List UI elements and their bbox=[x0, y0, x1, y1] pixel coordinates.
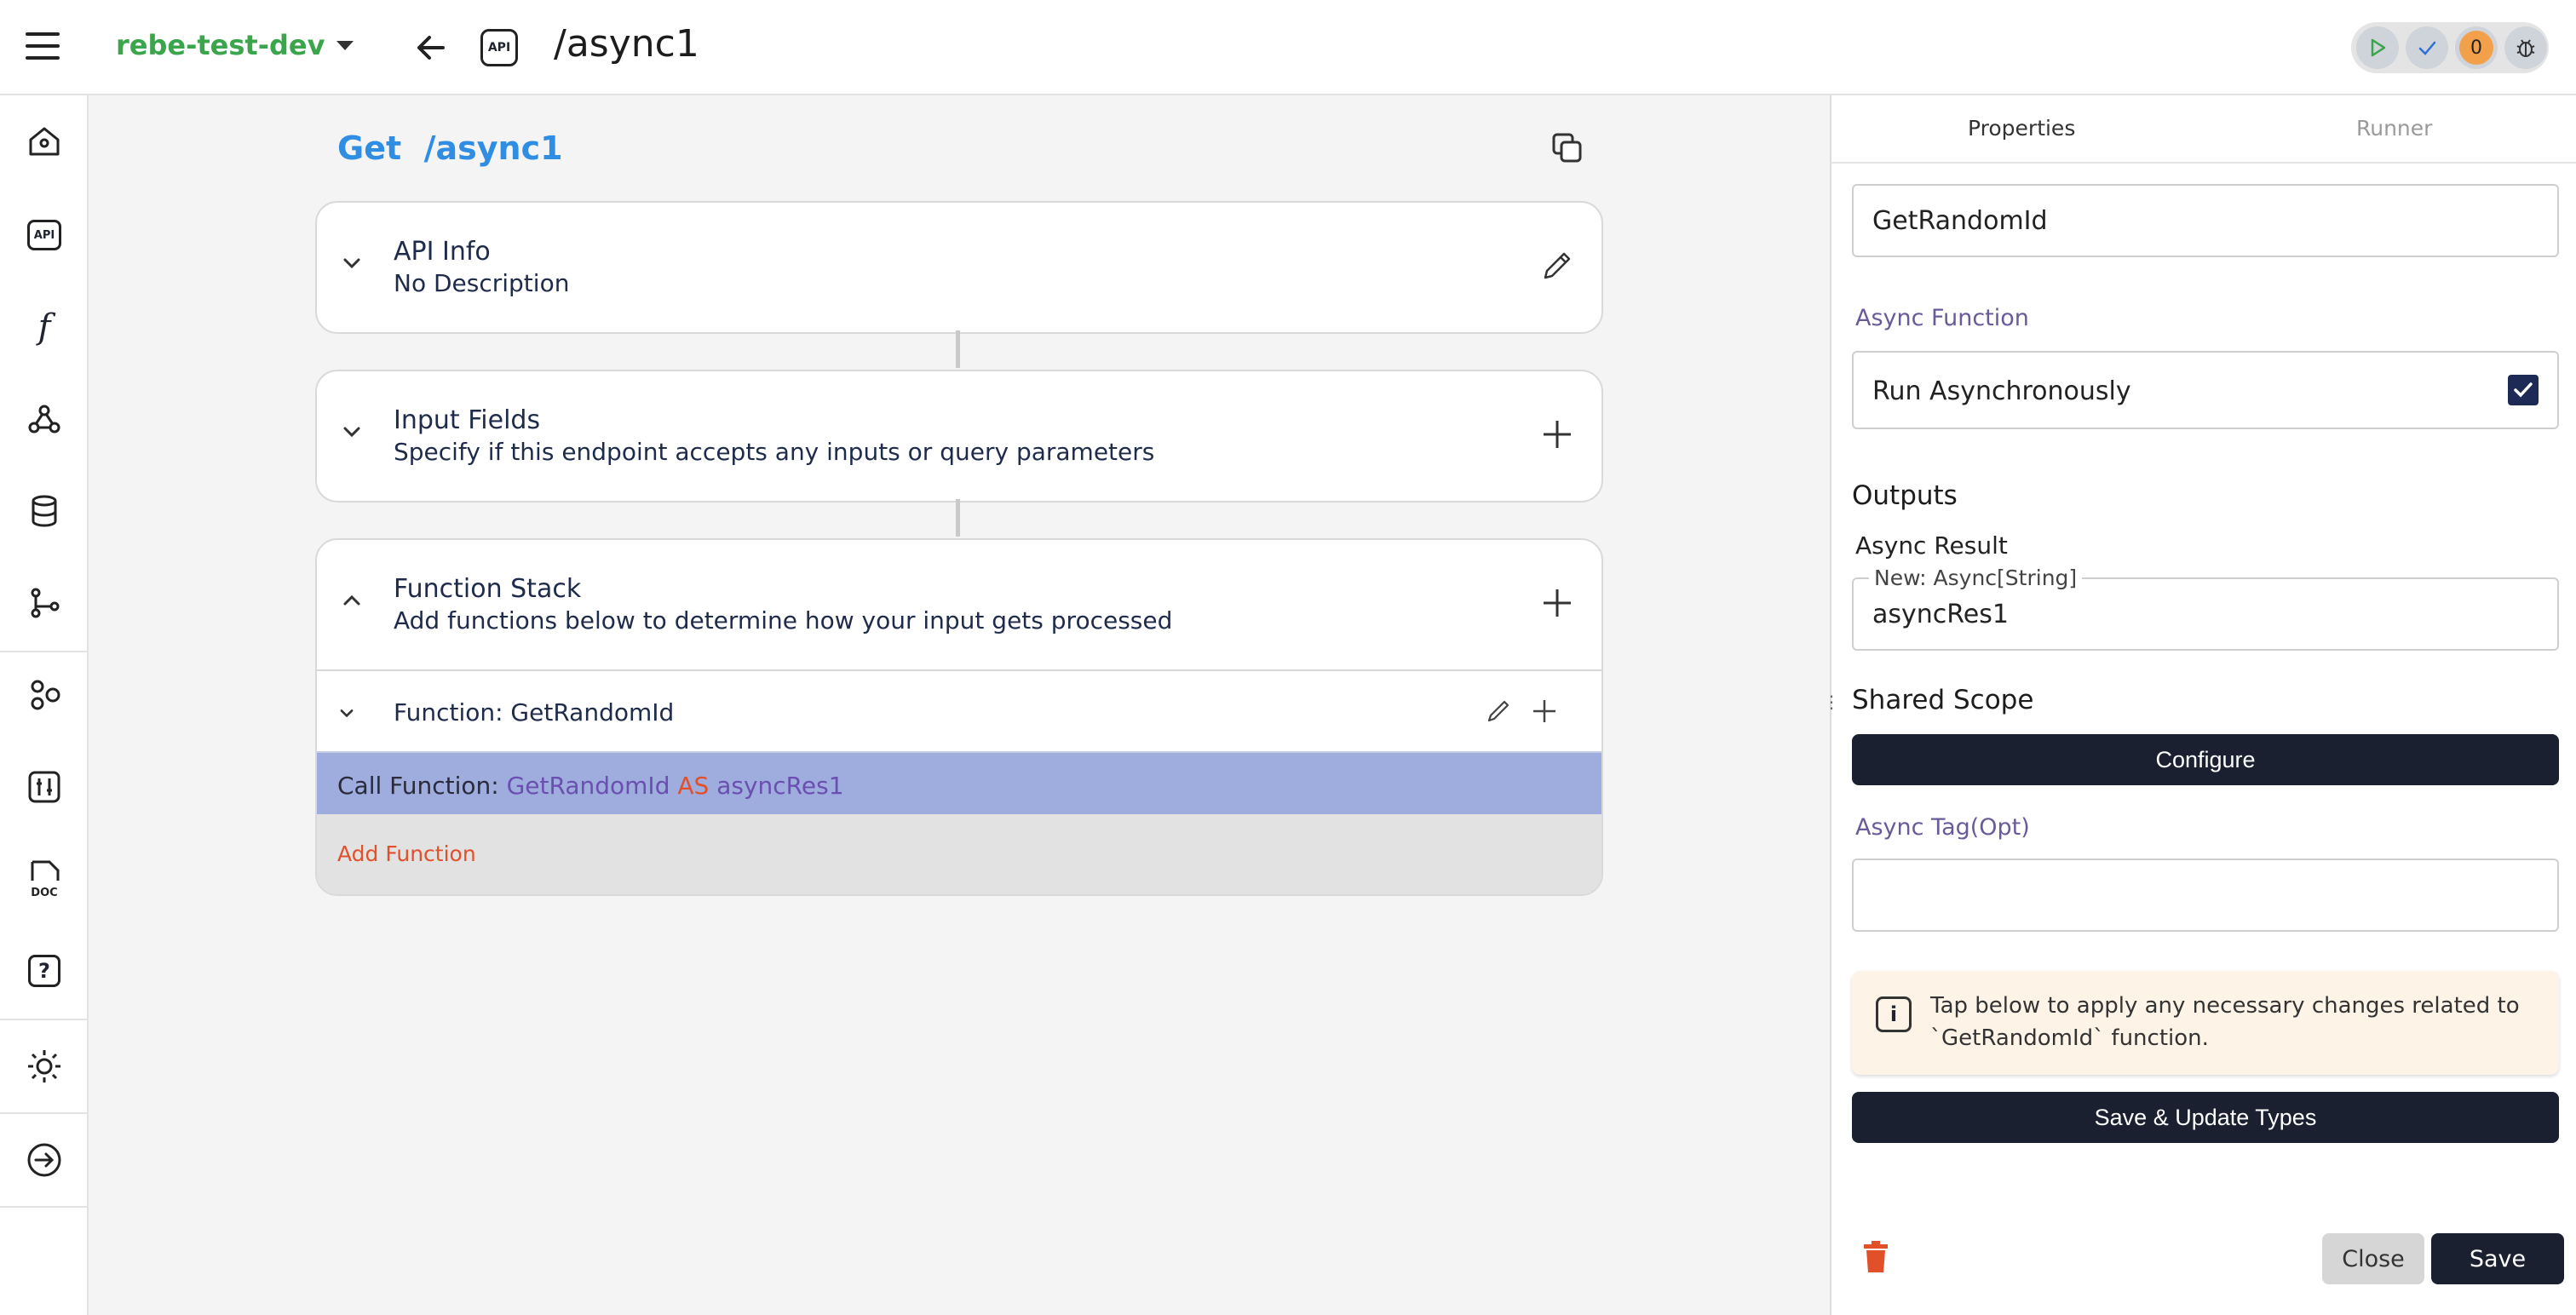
issues-counter[interactable]: 0 bbox=[2455, 26, 2498, 69]
tab-runner[interactable]: Runner bbox=[2356, 116, 2432, 141]
outputs-title: Outputs bbox=[1852, 480, 1958, 511]
edit-pencil-icon[interactable] bbox=[1538, 247, 1576, 284]
call-function-name: GetRandomId bbox=[506, 772, 670, 800]
hamburger-icon[interactable] bbox=[26, 32, 60, 61]
add-function-plus-icon[interactable] bbox=[1538, 584, 1576, 622]
help-icon-label: ? bbox=[28, 955, 60, 987]
info-text: Tap below to apply any necessary changes… bbox=[1930, 993, 2520, 1051]
function-row: Function: GetRandomId bbox=[317, 669, 1601, 751]
async-result-type-legend: New: Async[String] bbox=[1869, 566, 2083, 590]
properties-panel: ⋮ Properties Runner GetRandomId Async Fu… bbox=[1823, 95, 2576, 1315]
trash-icon[interactable] bbox=[1860, 1240, 1891, 1274]
page-path: /async1 bbox=[554, 22, 699, 66]
api-info-card: API Info No Description bbox=[315, 201, 1603, 334]
chevron-up-icon[interactable] bbox=[339, 588, 365, 613]
shapes-icon[interactable] bbox=[26, 676, 63, 714]
function-stack-title: Function Stack bbox=[394, 574, 582, 604]
project-name: rebe-test-dev bbox=[116, 29, 325, 61]
sidebar-divider bbox=[0, 1019, 89, 1020]
function-stack-subtitle: Add functions below to determine how you… bbox=[394, 606, 1173, 635]
edit-pencil-icon[interactable] bbox=[1484, 697, 1513, 726]
run-async-toggle-row[interactable]: Run Asynchronously bbox=[1852, 351, 2559, 429]
play-icon[interactable] bbox=[2356, 26, 2399, 69]
close-button[interactable]: Close bbox=[2322, 1233, 2424, 1284]
info-callout: i Tap below to apply any necessary chang… bbox=[1852, 971, 2559, 1075]
database-icon[interactable] bbox=[26, 492, 63, 530]
function-icon-label: f bbox=[37, 307, 51, 347]
panel-tabs: Properties Runner bbox=[1831, 95, 2576, 164]
function-stack-card: Function Stack Add functions below to de… bbox=[315, 538, 1603, 896]
tools-icon[interactable] bbox=[26, 768, 63, 806]
api-icon[interactable]: API bbox=[26, 216, 63, 254]
api-icon-label: API bbox=[27, 220, 61, 250]
home-icon[interactable] bbox=[26, 123, 63, 160]
bug-icon[interactable] bbox=[2504, 26, 2547, 69]
chevron-down-icon[interactable] bbox=[339, 250, 365, 276]
add-function-link[interactable]: Add Function bbox=[317, 814, 1601, 894]
flow-connector bbox=[956, 330, 960, 368]
function-label: Function: GetRandomId bbox=[394, 698, 675, 726]
input-fields-title: Input Fields bbox=[394, 405, 541, 435]
check-icon[interactable] bbox=[2406, 26, 2448, 69]
async-tag-label: Async Tag(Opt) bbox=[1855, 814, 2030, 841]
webhook-icon[interactable] bbox=[26, 400, 63, 438]
call-keyword: AS bbox=[677, 772, 710, 800]
theme-sun-icon[interactable] bbox=[26, 1048, 63, 1085]
chevron-down-icon[interactable] bbox=[339, 419, 365, 445]
chevron-down-icon[interactable] bbox=[336, 702, 358, 724]
plus-icon[interactable] bbox=[1528, 695, 1561, 727]
sidebar-divider bbox=[0, 1206, 89, 1208]
tab-properties[interactable]: Properties bbox=[1968, 116, 2075, 141]
flow-connector bbox=[956, 499, 960, 537]
top-bar: rebe-test-dev API /async1 0 bbox=[0, 0, 2576, 95]
run-async-checkbox[interactable] bbox=[2508, 375, 2539, 405]
arrow-left-icon[interactable] bbox=[412, 29, 450, 66]
async-result-label: Async Result bbox=[1855, 531, 2008, 560]
logout-icon[interactable] bbox=[26, 1141, 63, 1179]
endpoint-method: Get bbox=[337, 129, 402, 167]
endpoint-title: Get /async1 bbox=[337, 129, 563, 167]
caret-down-icon bbox=[336, 40, 354, 50]
checkmark-icon bbox=[2514, 382, 2533, 398]
save-update-types-button[interactable]: Save & Update Types bbox=[1852, 1092, 2559, 1143]
save-button[interactable]: Save bbox=[2431, 1233, 2564, 1284]
input-fields-subtitle: Specify if this endpoint accepts any inp… bbox=[394, 438, 1155, 466]
async-function-label: Async Function bbox=[1855, 305, 2029, 331]
help-icon[interactable]: ? bbox=[26, 952, 63, 990]
function-name-value: GetRandomId bbox=[1872, 206, 2048, 236]
async-tag-field[interactable] bbox=[1852, 858, 2559, 932]
add-input-plus-icon[interactable] bbox=[1538, 416, 1576, 453]
doc-icon[interactable]: DOC bbox=[26, 860, 63, 899]
sidebar-divider bbox=[0, 1112, 89, 1114]
call-function-row[interactable]: Call Function: GetRandomId AS asyncRes1 bbox=[317, 751, 1601, 814]
api-badge-text: API bbox=[487, 41, 511, 55]
project-selector[interactable]: rebe-test-dev bbox=[116, 29, 354, 61]
sidebar-divider bbox=[0, 651, 89, 652]
endpoint-canvas: Get /async1 API Info No Description Inpu… bbox=[89, 95, 1830, 1315]
api-badge-icon: API bbox=[480, 29, 518, 66]
call-prefix: Call Function: bbox=[337, 772, 499, 800]
function-name-field[interactable]: GetRandomId bbox=[1852, 184, 2559, 257]
input-fields-card: Input Fields Specify if this endpoint ac… bbox=[315, 370, 1603, 502]
async-result-field[interactable]: New: Async[String] asyncRes1 bbox=[1852, 566, 2559, 651]
git-branch-icon[interactable] bbox=[26, 584, 63, 622]
shared-scope-title: Shared Scope bbox=[1852, 685, 2034, 715]
async-result-value: asyncRes1 bbox=[1872, 600, 2009, 629]
info-icon: i bbox=[1876, 996, 1912, 1032]
copy-icon[interactable] bbox=[1550, 131, 1584, 165]
svg-text:DOC: DOC bbox=[31, 887, 57, 899]
panel-resize-handle[interactable]: ⋮ bbox=[1823, 692, 1840, 714]
api-info-title: API Info bbox=[394, 237, 491, 267]
api-info-subtitle: No Description bbox=[394, 269, 570, 297]
call-variable: asyncRes1 bbox=[716, 772, 844, 800]
issue-count: 0 bbox=[2459, 31, 2493, 65]
run-async-label: Run Asynchronously bbox=[1872, 376, 2131, 406]
status-group: 0 bbox=[2351, 22, 2549, 73]
endpoint-path: /async1 bbox=[423, 129, 563, 167]
configure-button[interactable]: Configure bbox=[1852, 734, 2559, 785]
function-icon[interactable]: f bbox=[26, 307, 63, 347]
